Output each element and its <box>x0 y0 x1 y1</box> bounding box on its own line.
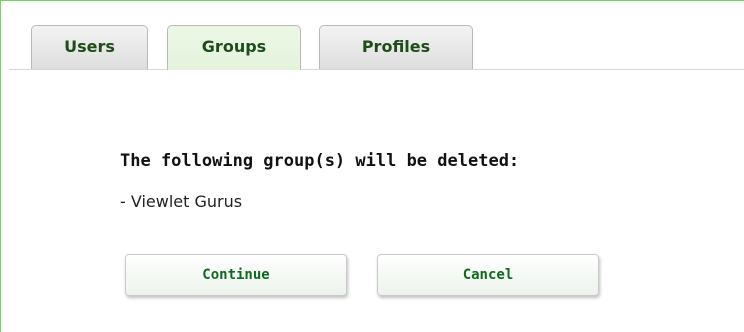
cancel-button-label: Cancel <box>462 267 514 283</box>
continue-button[interactable]: Continue <box>125 254 347 296</box>
tab-bar: Users Groups Profiles <box>1 1 744 70</box>
tab-users-label: Users <box>64 37 115 56</box>
tab-profiles-label: Profiles <box>361 37 431 56</box>
cancel-button[interactable]: Cancel <box>377 254 599 296</box>
tab-groups-label: Groups <box>201 37 267 56</box>
group-list-item: - Viewlet Gurus <box>120 192 243 211</box>
delete-confirmation-message: The following group(s) will be deleted: <box>120 151 520 171</box>
tab-groups[interactable]: Groups <box>167 25 301 70</box>
tab-divider <box>9 69 744 70</box>
content-panel: Users Groups Profiles The following grou… <box>0 0 744 332</box>
tab-profiles[interactable]: Profiles <box>319 25 473 69</box>
tab-users[interactable]: Users <box>31 25 148 69</box>
continue-button-label: Continue <box>202 267 270 283</box>
